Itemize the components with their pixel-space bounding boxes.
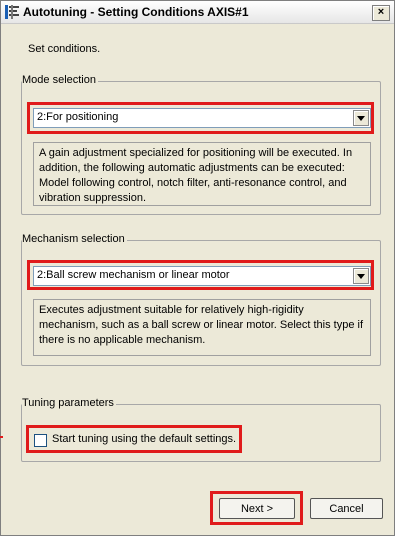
tuning-parameters-label: Tuning parameters (22, 397, 116, 409)
app-icon (5, 5, 19, 19)
mechanism-selection-label: Mechanism selection (22, 233, 127, 245)
cancel-button[interactable]: Cancel (310, 498, 383, 519)
instruction-text: Set conditions. (28, 43, 101, 55)
mode-selection-highlight (27, 102, 374, 134)
autotuning-dialog: Autotuning - Setting Conditions AXIS#1 ×… (0, 0, 395, 536)
close-icon: × (377, 6, 385, 18)
next-button-highlight (210, 491, 303, 525)
mechanism-description: Executes adjustment suitable for relativ… (33, 299, 371, 356)
window-title: Autotuning - Setting Conditions AXIS#1 (23, 5, 249, 19)
callout-marker (0, 436, 3, 438)
close-button[interactable]: × (372, 5, 390, 21)
mode-description: A gain adjustment specialized for positi… (33, 142, 371, 206)
mechanism-selection-highlight (27, 260, 374, 290)
mode-selection-label: Mode selection (22, 74, 98, 86)
checkbox-highlight (26, 425, 242, 453)
title-bar[interactable]: Autotuning - Setting Conditions AXIS#1 × (1, 1, 394, 24)
